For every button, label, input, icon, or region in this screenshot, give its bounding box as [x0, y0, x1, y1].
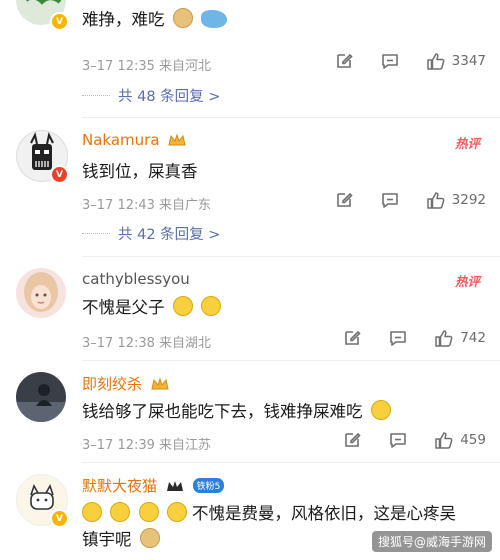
avatar[interactable] — [16, 268, 66, 318]
comment-text: 不愧是费曼，风格依旧，这是心疼吴 — [82, 500, 456, 524]
comment-icon — [380, 51, 400, 71]
comment-icon — [388, 328, 408, 348]
like-count: 742 — [460, 330, 486, 346]
doge-emoji — [172, 8, 193, 28]
comment-meta: 3–17 12:43 来自广东 — [82, 198, 212, 213]
like-button[interactable]: 3292 — [426, 190, 486, 210]
avatar[interactable] — [16, 372, 66, 422]
repost-button[interactable] — [342, 430, 362, 450]
reply-button[interactable] — [388, 430, 408, 450]
repost-button[interactable] — [334, 51, 354, 71]
laugh-cry-emoji — [110, 502, 131, 522]
view-replies-link[interactable]: 共 48 条回复 > — [118, 85, 220, 106]
comment-text: 难挣，难吃 — [82, 6, 227, 30]
hot-comment-badge: 热评 — [454, 136, 480, 151]
like-icon — [434, 430, 454, 450]
reply-divider — [82, 95, 110, 96]
like-count: 3347 — [451, 53, 486, 69]
username-text: Nakamura — [82, 131, 160, 149]
comment-text-content: 难挣，难吃 — [82, 10, 165, 29]
laugh-cry-emoji — [82, 502, 102, 522]
verified-badge-icon: V — [50, 509, 69, 528]
watermark-text: 搜狐号@威海手游网 — [377, 535, 486, 549]
grin-emoji — [201, 296, 221, 316]
reply-button[interactable] — [380, 51, 400, 71]
reply-thread: 共 48 条回复 > — [82, 89, 482, 105]
repost-button[interactable] — [334, 190, 354, 210]
laugh-cry-emoji — [172, 296, 193, 316]
comment-text: 不愧是父子 — [82, 294, 221, 318]
repost-button[interactable] — [342, 328, 362, 348]
comment-text-line2: 镇宇呢 — [82, 526, 160, 550]
username-text: 即刻绞杀 — [82, 375, 143, 393]
doge-emoji — [139, 528, 160, 548]
like-button[interactable]: 742 — [434, 328, 486, 348]
comment-meta: 3–17 12:35 来自河北 — [82, 59, 212, 74]
comment-text: 钱到位，屎真香 — [82, 162, 198, 181]
username[interactable]: 即刻绞杀 — [82, 373, 169, 394]
edit-icon — [342, 328, 362, 348]
crown-icon — [168, 133, 186, 146]
like-button[interactable]: 459 — [434, 430, 486, 450]
comment-text-content: 镇宇呢 — [82, 530, 132, 549]
reply-button[interactable] — [388, 328, 408, 348]
comment-actions: 3347 — [308, 51, 486, 71]
comment-meta: 3–17 12:38 来自湖北 — [82, 336, 212, 351]
comment-actions: 459 — [316, 430, 486, 450]
crown-icon — [166, 481, 183, 491]
reply-thread: 共 42 条回复 > — [82, 227, 482, 243]
edit-icon — [334, 190, 354, 210]
username[interactable]: 默默大夜猫 铁粉5 — [82, 475, 225, 496]
grin-emoji — [370, 400, 391, 420]
username-text: 默默大夜猫 — [82, 477, 158, 495]
like-icon — [426, 190, 446, 210]
comment-icon — [388, 430, 408, 450]
comment-icon — [380, 190, 400, 210]
laugh-cry-emoji — [166, 502, 187, 522]
divider — [82, 462, 500, 463]
reply-divider — [82, 233, 110, 234]
edit-icon — [342, 430, 362, 450]
like-icon — [434, 328, 454, 348]
divider — [82, 256, 500, 257]
reply-button[interactable] — [380, 190, 400, 210]
whale-emoji — [201, 10, 227, 28]
fan-badge: 铁粉5 — [192, 478, 225, 493]
divider — [82, 117, 500, 118]
watermark: 搜狐号@威海手游网 — [371, 531, 492, 552]
username[interactable]: Nakamura — [82, 131, 186, 149]
comment-text-content: 不愧是父子 — [82, 298, 165, 317]
laugh-cry-emoji — [138, 502, 159, 522]
comment-actions: 3292 — [308, 190, 486, 210]
like-count: 459 — [460, 432, 486, 448]
like-button[interactable]: 3347 — [426, 51, 486, 71]
comment-text-content: 不愧是费曼，风格依旧，这是心疼吴 — [192, 504, 456, 523]
like-icon — [426, 51, 446, 71]
comment-text: 钱给够了屎也能吃下去，钱难挣屎难吃 — [82, 398, 391, 422]
edit-icon — [334, 51, 354, 71]
crown-icon — [151, 377, 169, 390]
comment-meta: 3–17 12:39 来自江苏 — [82, 438, 212, 453]
verified-badge-icon: V — [50, 165, 69, 184]
divider — [82, 360, 500, 361]
like-count: 3292 — [451, 192, 486, 208]
username[interactable]: cathyblessyou — [82, 270, 190, 288]
view-replies-link[interactable]: 共 42 条回复 > — [118, 223, 220, 244]
comment-actions: 742 — [316, 328, 486, 348]
verified-badge-icon: V — [50, 12, 69, 31]
hot-comment-badge: 热评 — [454, 274, 480, 289]
comment-text-content: 钱给够了屎也能吃下去，钱难挣屎难吃 — [82, 402, 363, 421]
